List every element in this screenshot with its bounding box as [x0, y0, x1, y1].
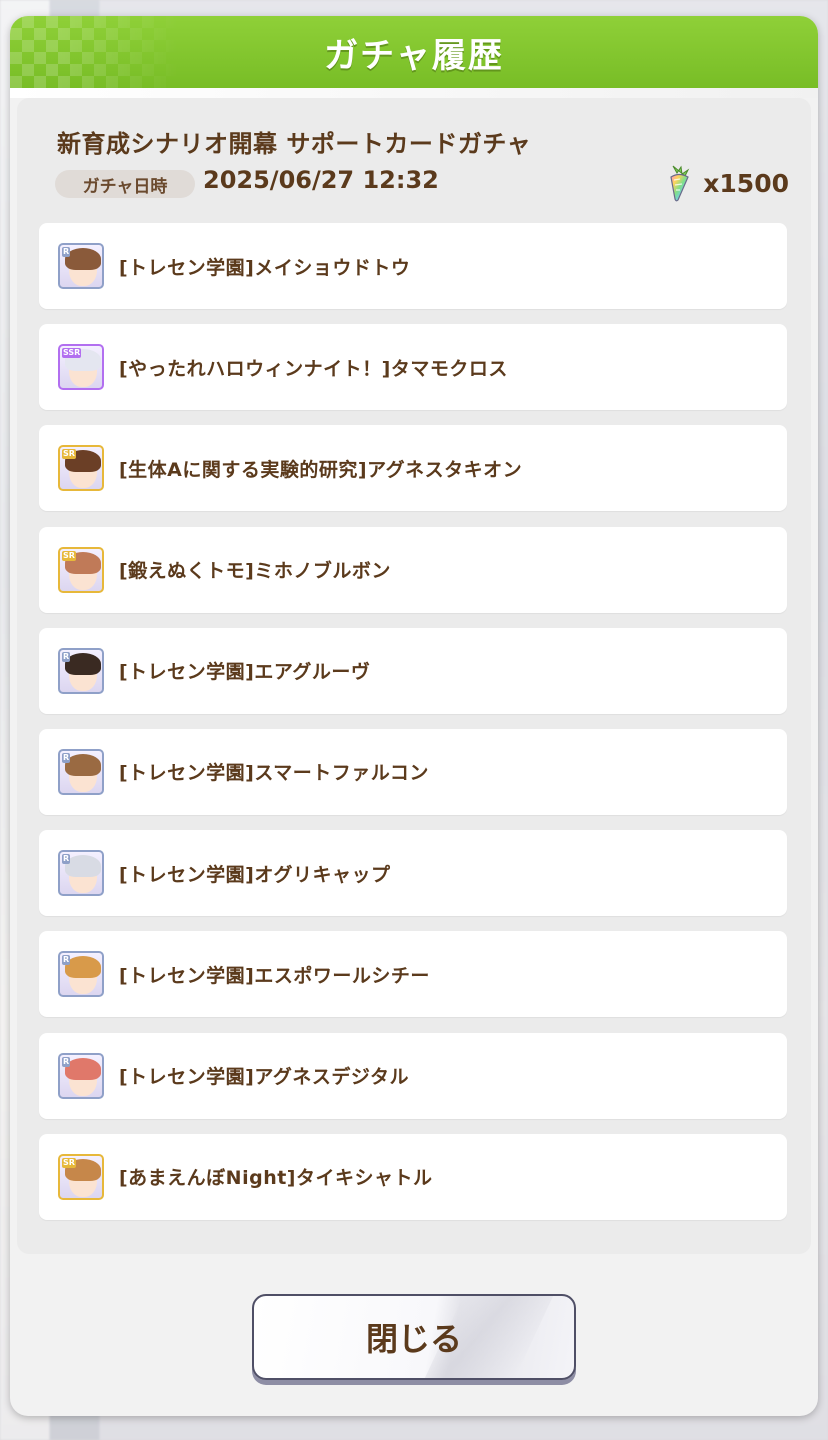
rarity-badge: SR: [62, 449, 76, 460]
character-hair: [65, 1057, 101, 1080]
support-card-thumbnail: R: [58, 748, 104, 795]
carrot-jewel-icon: [670, 165, 690, 202]
cost-value: x1500: [703, 168, 789, 198]
support-card-thumbnail: SR: [58, 546, 104, 593]
support-card-thumbnail: SSR: [58, 344, 104, 391]
rarity-badge: SR: [62, 550, 76, 561]
rarity-badge: R: [62, 752, 71, 763]
support-card-thumbnail: SR: [58, 445, 104, 492]
support-card-thumbnail: R: [58, 951, 104, 998]
support-card-thumbnail: R: [58, 243, 104, 289]
support-card-thumbnail: R: [58, 1052, 104, 1099]
result-row[interactable]: R [トレセン学園]オグリキャップ: [39, 830, 787, 917]
support-card-thumbnail: R: [58, 647, 104, 694]
character-hair: [65, 855, 101, 878]
close-button-area: 閉じる: [10, 1294, 818, 1380]
gacha-date: 2025/06/27 12:32: [203, 166, 439, 194]
rarity-badge: R: [62, 651, 71, 662]
rarity-badge: SR: [62, 1157, 76, 1168]
support-card-name: [鍛えぬくトモ]ミホノブルボン: [119, 560, 391, 583]
rarity-badge: R: [62, 1056, 71, 1067]
result-row[interactable]: SSR [やったれハロウィンナイト！]タマモクロス: [39, 324, 787, 411]
support-card-name: [トレセン学園]アグネスデジタル: [119, 1066, 410, 1088]
character-hair: [65, 956, 101, 979]
dialog-title: ガチャ履歴: [324, 35, 504, 76]
result-row[interactable]: R [トレセン学園]スマートファルコン: [39, 728, 787, 815]
support-card-name: [やったれハロウィンナイト！]タマモクロス: [119, 357, 508, 380]
character-hair: [65, 248, 101, 270]
history-panel: 新育成シナリオ開幕 サポートカードガチャ ガチャ日時 2025/06/27 12…: [17, 98, 811, 1254]
support-card-thumbnail: SR: [58, 1153, 104, 1200]
result-row[interactable]: SR [あまえんぼNight]タイキシャトル: [39, 1133, 787, 1220]
rarity-badge: SSR: [62, 348, 82, 359]
result-row[interactable]: R [トレセン学園]エアグルーヴ: [39, 627, 787, 714]
close-button-label: 閉じる: [365, 1320, 462, 1358]
support-card-name: [トレセン学園]オグリキャップ: [119, 863, 391, 886]
gacha-cost: x1500: [665, 164, 789, 202]
result-row[interactable]: R [トレセン学園]エスポワールシチー: [39, 931, 787, 1018]
result-row[interactable]: SR [鍛えぬくトモ]ミホノブルボン: [39, 526, 787, 613]
character-hair: [65, 652, 101, 675]
support-card-name: [生体Aに関する実験的研究]アグネスタキオン: [119, 458, 523, 481]
close-button[interactable]: 閉じる: [252, 1294, 576, 1380]
support-card-name: [トレセン学園]エスポワールシチー: [119, 964, 430, 987]
result-list: R [トレセン学園]メイショウドトウ SSR [やったれハロウィンナイト！]タマモクロ…: [39, 223, 787, 1235]
gacha-history-dialog: ガチャ履歴 新育成シナリオ開幕 サポートカードガチャ ガチャ日時 2025/06…: [10, 16, 818, 1416]
character-hair: [65, 753, 101, 776]
support-card-name: [トレセン学園]メイショウドトウ: [119, 256, 411, 279]
dialog-header: ガチャ履歴: [10, 16, 818, 88]
support-card-name: [トレセン学園]エアグルーヴ: [119, 661, 371, 684]
rarity-badge: R: [62, 955, 71, 966]
header-pattern: [10, 16, 180, 88]
result-row[interactable]: SR [生体Aに関する実験的研究]アグネスタキオン: [39, 425, 787, 512]
rarity-badge: R: [62, 854, 71, 865]
gacha-name: 新育成シナリオ開幕 サポートカードガチャ: [57, 130, 532, 158]
support-card-thumbnail: R: [58, 850, 104, 897]
support-card-name: [トレセン学園]スマートファルコン: [119, 762, 429, 785]
date-label-badge: ガチャ日時: [55, 170, 195, 198]
support-card-name: [あまえんぼNight]タイキシャトル: [119, 1167, 433, 1190]
result-row[interactable]: R [トレセン学園]アグネスデジタル: [39, 1032, 787, 1119]
header-divider: [10, 88, 818, 98]
result-row[interactable]: R [トレセン学園]メイショウドトウ: [39, 223, 787, 309]
rarity-badge: R: [62, 247, 71, 257]
